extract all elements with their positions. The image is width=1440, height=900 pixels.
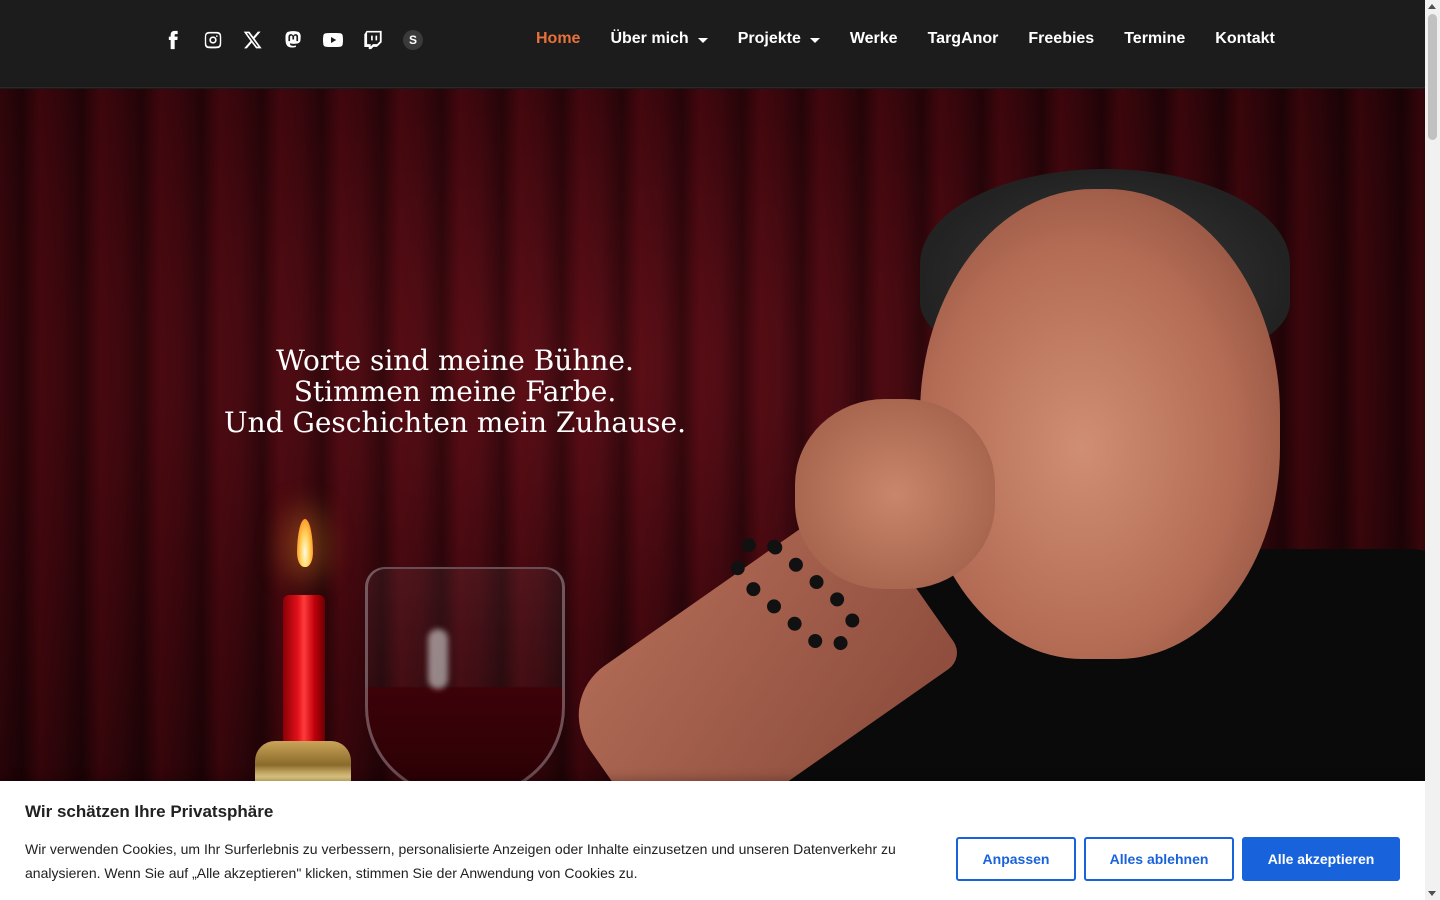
facebook-icon[interactable] bbox=[163, 28, 183, 52]
instagram-icon[interactable] bbox=[203, 28, 223, 52]
nav-works-label: Werke bbox=[849, 30, 898, 47]
mastodon-icon[interactable] bbox=[283, 28, 303, 52]
nav-projects[interactable]: Projekte bbox=[738, 30, 820, 48]
accept-all-button[interactable]: Alle akzeptieren bbox=[1242, 837, 1400, 881]
nav-home[interactable]: Home bbox=[536, 30, 580, 48]
customize-button[interactable]: Anpassen bbox=[956, 837, 1076, 881]
cookie-text: Wir verwenden Cookies, um Ihr Surferlebn… bbox=[25, 841, 896, 881]
cookie-title: Wir schätzen Ihre Privatsphäre bbox=[25, 802, 274, 821]
hero-quote-line-2: Stimmen meine Farbe. bbox=[293, 375, 617, 408]
twitch-icon[interactable] bbox=[363, 28, 383, 52]
nav-freebies[interactable]: Freebies bbox=[1028, 30, 1094, 48]
scroll-up-icon[interactable] bbox=[1428, 4, 1436, 9]
page-scrollbar[interactable] bbox=[1425, 0, 1440, 900]
hero-section: Worte sind meine Bühne. Stimmen meine Fa… bbox=[0, 89, 1425, 789]
nav-about[interactable]: Über mich bbox=[610, 30, 708, 48]
cookie-banner: Wir schätzen Ihre Privatsphäre Wir verwe… bbox=[0, 781, 1425, 900]
nav-events[interactable]: Termine bbox=[1124, 30, 1185, 48]
chevron-down-icon bbox=[697, 37, 708, 43]
wine-glass-image bbox=[365, 567, 565, 789]
nav-targanor-label: TargAnor bbox=[927, 30, 999, 47]
nav-events-label: Termine bbox=[1124, 30, 1186, 47]
portrait-photo bbox=[555, 149, 1425, 789]
youtube-icon[interactable] bbox=[323, 28, 343, 52]
nav-contact-label: Kontakt bbox=[1215, 30, 1275, 47]
nav-about-label: Über mich bbox=[610, 30, 689, 47]
nav-targanor[interactable]: TargAnor bbox=[928, 30, 999, 48]
scroll-down-icon[interactable] bbox=[1428, 891, 1436, 896]
social-links: S bbox=[163, 28, 423, 52]
nav-home-label: Home bbox=[536, 30, 581, 47]
chevron-down-icon bbox=[809, 37, 820, 43]
x-twitter-icon[interactable] bbox=[243, 28, 263, 52]
nav-projects-label: Projekte bbox=[737, 30, 801, 47]
site-header: S Home Über mich Projekte Werke TargAnor… bbox=[0, 0, 1425, 88]
candle-image bbox=[255, 519, 355, 789]
hero-quote-line-3: Und Geschichten mein Zuhause. bbox=[224, 406, 686, 439]
main-nav: Home Über mich Projekte Werke TargAnor F… bbox=[536, 30, 1305, 48]
s-icon[interactable]: S bbox=[403, 30, 423, 50]
nav-works[interactable]: Werke bbox=[850, 30, 898, 48]
nav-freebies-label: Freebies bbox=[1028, 30, 1095, 47]
hero-quote: Worte sind meine Bühne. Stimmen meine Fa… bbox=[195, 345, 715, 438]
scrollbar-thumb[interactable] bbox=[1428, 14, 1437, 140]
hero-quote-line-1: Worte sind meine Bühne. bbox=[276, 344, 634, 377]
reject-all-button[interactable]: Alles ablehnen bbox=[1084, 837, 1234, 881]
nav-contact[interactable]: Kontakt bbox=[1215, 30, 1275, 48]
